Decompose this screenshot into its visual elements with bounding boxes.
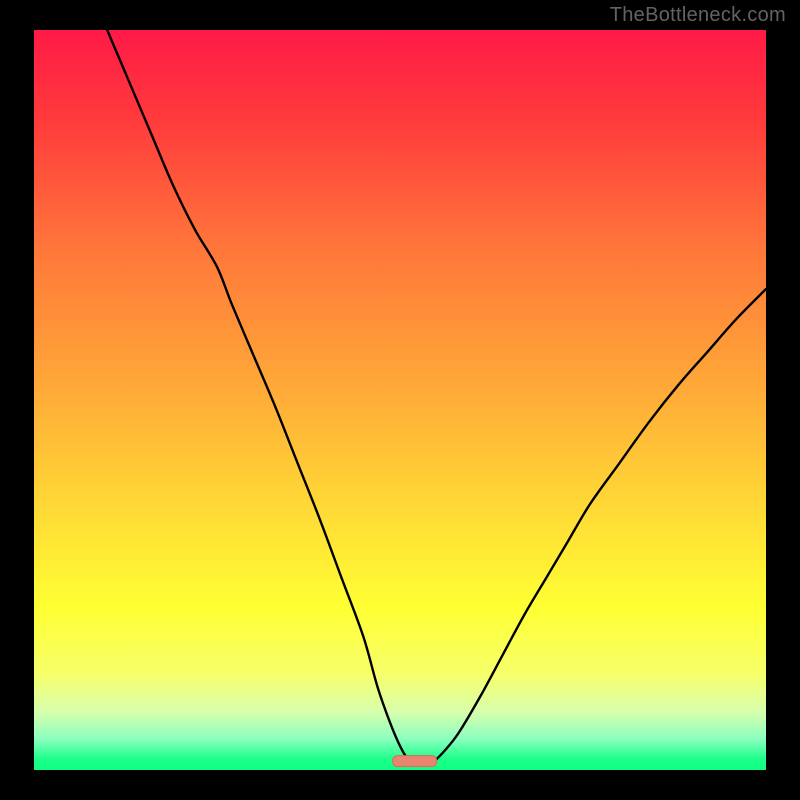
optimum-marker [393, 756, 437, 767]
chart-root: TheBottleneck.com [0, 0, 800, 800]
bottleneck-chart [0, 0, 800, 800]
plot-background [34, 30, 766, 770]
